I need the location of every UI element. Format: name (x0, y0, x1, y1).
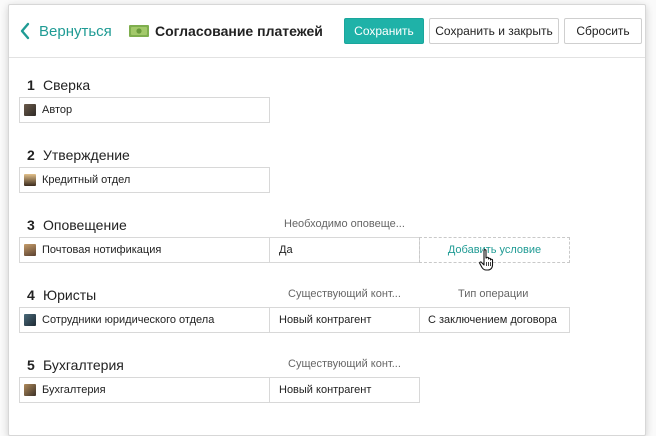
counterparty-value-field[interactable]: Новый контрагент (269, 307, 420, 333)
role-field[interactable]: Почтовая нотификация (19, 237, 270, 263)
stage-row: Автор (19, 97, 270, 123)
stage-row: Сотрудники юридического отдела Новый кон… (19, 307, 570, 333)
operation-type-value-field[interactable]: С заключением договора (419, 307, 570, 333)
role-label: Кредитный отдел (42, 174, 131, 186)
money-icon (129, 24, 149, 38)
hand-pointer-icon (478, 248, 498, 272)
stage-name: Утверждение (43, 147, 130, 163)
stage-name: Бухгалтерия (43, 357, 124, 373)
reset-button[interactable]: Сбросить (564, 18, 642, 44)
column-label-notify: Необходимо оповеще... (284, 218, 405, 230)
stage-number: 5 (27, 357, 35, 373)
dialog-window: Вернуться Согласование платежей Сохранит… (8, 4, 646, 436)
credit-dept-avatar (24, 174, 36, 186)
accounting-avatar (24, 384, 36, 396)
stage-row: Бухгалтерия Новый контрагент (19, 377, 420, 403)
stage-name: Сверка (43, 77, 91, 93)
author-avatar (24, 104, 36, 116)
header-bar: Вернуться Согласование платежей Сохранит… (9, 5, 645, 58)
column-label-counterparty: Существующий конт... (288, 358, 401, 370)
role-field[interactable]: Автор (19, 97, 270, 123)
column-label-counterparty: Существующий конт... (288, 288, 401, 300)
role-label: Автор (42, 104, 73, 116)
stage-header: 5 Бухгалтерия (27, 356, 124, 374)
role-field[interactable]: Сотрудники юридического отдела (19, 307, 270, 333)
stage-header: 3 Оповещение (27, 216, 127, 234)
column-label-operation-type: Тип операции (458, 288, 529, 300)
page-title-text: Согласование платежей (155, 23, 323, 39)
role-label: Почтовая нотификация (42, 244, 162, 256)
stage-number: 2 (27, 147, 35, 163)
role-label: Сотрудники юридического отдела (42, 314, 215, 326)
stage-row: Кредитный отдел (19, 167, 270, 193)
stage-number: 3 (27, 217, 35, 233)
role-field[interactable]: Кредитный отдел (19, 167, 270, 193)
legal-dept-avatar (24, 314, 36, 326)
counterparty-value-field[interactable]: Новый контрагент (269, 377, 420, 403)
back-link[interactable]: Вернуться (19, 20, 112, 42)
page-title: Согласование платежей (129, 20, 323, 42)
chevron-left-icon (19, 20, 35, 42)
stage-number: 4 (27, 287, 35, 303)
mail-notification-avatar (24, 244, 36, 256)
stage-header: 4 Юристы (27, 286, 96, 304)
stage-header: 2 Утверждение (27, 146, 130, 164)
save-and-close-button[interactable]: Сохранить и закрыть (429, 18, 559, 44)
notify-value-field[interactable]: Да (269, 237, 420, 263)
back-label: Вернуться (39, 22, 112, 40)
stage-name: Оповещение (43, 217, 127, 233)
stage-name: Юристы (43, 287, 97, 303)
stage-header: 1 Сверка (27, 76, 90, 94)
stage-number: 1 (27, 77, 35, 93)
role-field[interactable]: Бухгалтерия (19, 377, 270, 403)
role-label: Бухгалтерия (42, 384, 106, 396)
save-button[interactable]: Сохранить (344, 18, 424, 44)
